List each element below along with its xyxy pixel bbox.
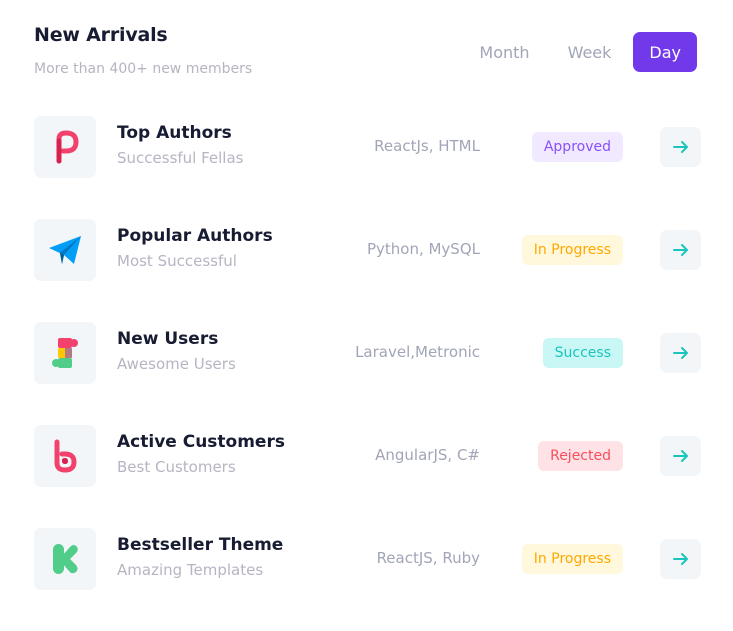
- open-item-button[interactable]: [660, 333, 701, 373]
- arrow-right-icon: [672, 141, 688, 153]
- puzzle-logo-icon: [34, 322, 96, 384]
- telegram-logo-icon: [34, 219, 96, 281]
- open-item-button[interactable]: [660, 127, 701, 167]
- item-name[interactable]: Active Customers: [117, 432, 285, 452]
- arrow-right-icon: [672, 450, 688, 462]
- item-name[interactable]: New Users: [117, 329, 218, 349]
- item-tech: ReactJs, HTML: [374, 137, 480, 155]
- tab-month[interactable]: Month: [463, 32, 545, 72]
- item-tech: ReactJS, Ruby: [376, 549, 480, 567]
- status-badge: Rejected: [538, 441, 623, 471]
- item-name[interactable]: Bestseller Theme: [117, 535, 283, 555]
- list-item: New Users Awesome Users Laravel,Metronic…: [34, 322, 701, 384]
- kickstarter-logo-icon: [34, 528, 96, 590]
- item-tech: AngularJS, C#: [375, 446, 480, 464]
- open-item-button[interactable]: [660, 539, 701, 579]
- item-description: Amazing Templates: [117, 561, 264, 579]
- item-description: Most Successful: [117, 252, 237, 270]
- item-tech: Python, MySQL: [366, 240, 480, 258]
- item-name[interactable]: Top Authors: [117, 123, 232, 143]
- status-badge: Success: [542, 338, 623, 368]
- arrow-right-icon: [672, 244, 688, 256]
- open-item-button[interactable]: [660, 230, 701, 270]
- card-title: New Arrivals: [34, 24, 168, 46]
- arrivals-list: Top Authors Successful Fellas ReactJs, H…: [34, 116, 701, 631]
- item-name[interactable]: Popular Authors: [117, 226, 273, 246]
- item-description: Best Customers: [117, 458, 236, 476]
- item-tech: Laravel,Metronic: [355, 343, 480, 361]
- list-item: Active Customers Best Customers AngularJ…: [34, 425, 701, 487]
- plurk-logo-icon: [34, 116, 96, 178]
- list-item: Top Authors Successful Fellas ReactJs, H…: [34, 116, 701, 178]
- item-description: Successful Fellas: [117, 149, 244, 167]
- open-item-button[interactable]: [660, 436, 701, 476]
- card-subtitle: More than 400+ new members: [34, 61, 253, 77]
- tab-week[interactable]: Week: [552, 32, 628, 72]
- tab-day[interactable]: Day: [633, 32, 697, 72]
- status-badge: Approved: [531, 132, 623, 162]
- period-tabs: Month Week Day: [463, 32, 697, 72]
- new-arrivals-card: New Arrivals More than 400+ new members …: [0, 0, 733, 622]
- list-item: Bestseller Theme Amazing Templates React…: [34, 528, 701, 590]
- status-badge: In Progress: [521, 544, 623, 574]
- list-item: Popular Authors Most Successful Python, …: [34, 219, 701, 281]
- bebo-logo-icon: [34, 425, 96, 487]
- status-badge: In Progress: [521, 235, 623, 265]
- arrow-right-icon: [672, 553, 688, 565]
- arrow-right-icon: [672, 347, 688, 359]
- item-description: Awesome Users: [117, 355, 236, 373]
